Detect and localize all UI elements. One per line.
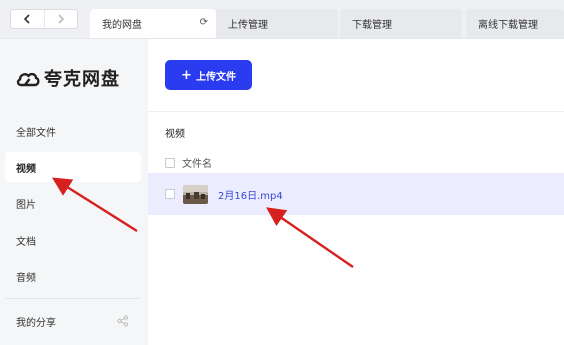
refresh-icon[interactable]: ⟳ [200, 17, 208, 28]
tab-label: 下载管理 [352, 20, 392, 31]
upload-file-button[interactable]: + 上传文件 [165, 60, 252, 90]
file-list-header: 文件名 [165, 155, 212, 170]
file-checkbox[interactable] [165, 189, 175, 199]
tab-my-drive[interactable]: 我的网盘 ⟳ [90, 9, 216, 38]
sidebar-item-label: 文档 [16, 236, 36, 248]
history-nav [10, 9, 78, 29]
share-icon [117, 315, 129, 330]
sidebar-item-audio[interactable]: 音频 [5, 261, 141, 291]
file-row[interactable]: 2月16日.mp4 [148, 173, 564, 215]
sidebar-item-label: 我的分享 [16, 317, 56, 329]
tab-label: 上传管理 [228, 20, 268, 31]
sidebar-item-all-files[interactable]: 全部文件 [5, 116, 141, 146]
tab-upload-manager[interactable]: 上传管理 [216, 9, 338, 38]
back-button[interactable] [11, 10, 44, 28]
file-name[interactable]: 2月16日.mp4 [218, 187, 283, 202]
sidebar-item-label: 视频 [16, 163, 36, 175]
tab-label: 离线下载管理 [478, 20, 538, 31]
sidebar: 夸克网盘 全部文件 视频 图片 文档 音频 我的分享 [0, 39, 148, 345]
chevron-right-icon [58, 14, 64, 24]
logo-text: 夸克网盘 [44, 69, 120, 90]
sidebar-item-documents[interactable]: 文档 [5, 225, 141, 255]
app-logo: 夸克网盘 [16, 65, 120, 91]
video-thumbnail [183, 184, 208, 204]
sidebar-item-video[interactable]: 视频 [5, 152, 141, 182]
main-content: + 上传文件 视频 文件名 2月16日.mp4 [148, 39, 564, 345]
section-title: 视频 [165, 129, 185, 140]
forward-button[interactable] [43, 10, 78, 28]
tab-offline-download-manager[interactable]: 离线下载管理 [466, 9, 564, 38]
tab-bar: 我的网盘 ⟳ 上传管理 下载管理 离线下载管理 [0, 0, 564, 39]
select-all-checkbox[interactable] [165, 157, 175, 168]
upload-button-label: 上传文件 [195, 71, 236, 83]
tab-download-manager[interactable]: 下载管理 [340, 9, 462, 38]
cloud-logo-icon [16, 72, 40, 87]
sidebar-item-my-shares[interactable]: 我的分享 [5, 306, 141, 336]
column-header-filename[interactable]: 文件名 [182, 155, 212, 170]
sidebar-item-images[interactable]: 图片 [5, 188, 141, 218]
chevron-left-icon [24, 14, 30, 24]
tab-label: 我的网盘 [102, 20, 142, 31]
content-divider [148, 111, 564, 112]
sidebar-item-label: 全部文件 [16, 127, 56, 139]
sidebar-item-label: 音频 [16, 272, 36, 284]
plus-icon: + [181, 67, 192, 83]
sidebar-item-label: 图片 [16, 199, 36, 211]
sidebar-divider [5, 298, 141, 299]
